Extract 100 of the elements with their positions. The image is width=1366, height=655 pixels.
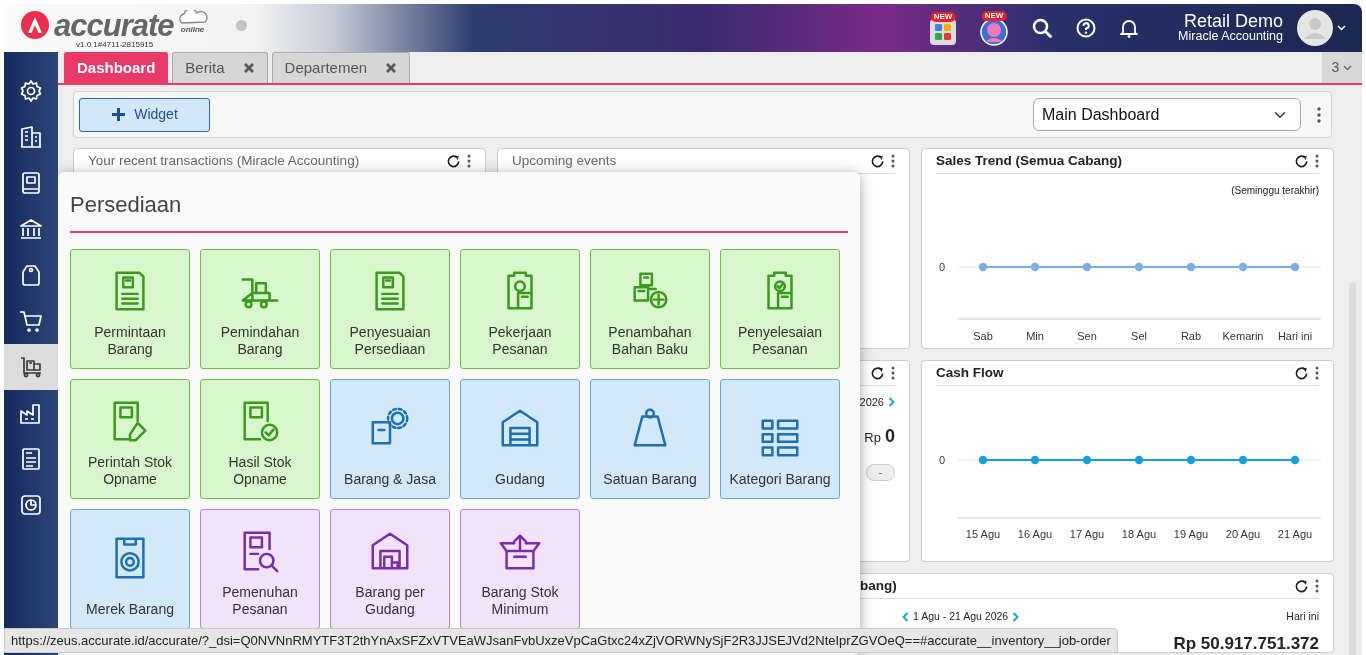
widget-title: Cash Flow xyxy=(936,363,1005,382)
axis-label: 0 xyxy=(939,454,946,466)
inventory-icon xyxy=(19,355,43,379)
status-url: https://zeus.accurate.id/accurate/?_dsi=Q0NVNnRMYTF3T2thYnAxSFZxVTVEaWJsanFvbUxzeVpCaGtxc24xZjVORWNySjF2R3JJSEJVd2NteIprZGVOeQ==#accurate__inventory__job-order xyxy=(4,627,1118,653)
chevron-right-icon[interactable] xyxy=(1012,611,1020,622)
more-icon[interactable] xyxy=(891,366,895,380)
plus-icon xyxy=(111,107,127,122)
cloud-icon xyxy=(177,10,208,24)
refresh-icon[interactable] xyxy=(870,365,885,381)
company-name: Miracle Accounting xyxy=(1178,30,1283,44)
menu-tile[interactable]: Satuan Barang xyxy=(590,379,710,499)
axis-label: Hari ini xyxy=(1277,330,1313,342)
factory-icon xyxy=(19,401,43,425)
menu-tile[interactable]: Merek Barang xyxy=(70,509,190,629)
new-badge: NEW xyxy=(981,10,1007,21)
search-icon[interactable] xyxy=(1032,18,1053,38)
tab[interactable]: Berita xyxy=(172,52,268,83)
close-icon[interactable] xyxy=(385,62,398,74)
widget-title: Upcoming events xyxy=(512,151,618,170)
bell-icon[interactable] xyxy=(1120,18,1139,38)
menu-tile[interactable]: Penyesuaian Persediaan xyxy=(330,249,450,369)
more-icon[interactable] xyxy=(891,154,895,168)
axis-label: Min xyxy=(1026,330,1044,342)
sidebar-item[interactable] xyxy=(4,344,58,390)
chevron-right-icon[interactable] xyxy=(888,397,895,408)
date-range: 2026 xyxy=(859,395,884,410)
report-chart-icon xyxy=(19,493,43,517)
axis-label: 17 Agu xyxy=(1069,528,1105,540)
date-range: 1 Agu - 21 Agu 2026 xyxy=(913,609,1009,624)
menu-tile[interactable]: Permintaan Barang xyxy=(70,249,190,369)
refresh-icon[interactable] xyxy=(1294,578,1309,594)
amount-value: 0 xyxy=(885,424,895,448)
tab[interactable]: Departemen xyxy=(271,52,411,83)
bank-icon xyxy=(19,217,43,241)
new-badge: NEW xyxy=(930,11,956,22)
close-icon[interactable] xyxy=(242,62,255,74)
panel-title: Persediaan xyxy=(70,172,848,233)
menu-tile[interactable]: Barang per Gudang xyxy=(330,509,450,629)
tab-count-button[interactable]: 3 xyxy=(1322,52,1362,83)
refresh-icon[interactable] xyxy=(446,153,461,169)
menu-tile[interactable]: Penyelesaian Pesanan xyxy=(720,249,840,369)
status-dot xyxy=(235,19,247,31)
currency-label: Rp xyxy=(864,428,881,447)
add-widget-button[interactable]: Widget xyxy=(79,97,210,132)
building-icon xyxy=(19,125,43,149)
menu-tile[interactable]: Barang & Jasa xyxy=(330,379,450,499)
caret-icon xyxy=(1337,25,1346,31)
apps-icon xyxy=(930,18,957,45)
axis-label: 0 xyxy=(939,261,946,273)
more-icon[interactable] xyxy=(1317,106,1321,123)
dashboard-select[interactable]: Main Dashboard xyxy=(1033,98,1301,131)
widget-title: Sales Trend (Semua Cabang) xyxy=(936,151,1124,170)
menu-tile[interactable]: Hasil Stok Opname xyxy=(200,379,320,499)
axis-label: 16 Agu xyxy=(1017,528,1053,540)
user-menu[interactable] xyxy=(1297,10,1346,46)
axis-label: 19 Agu xyxy=(1173,528,1209,540)
status-pill: - xyxy=(865,463,895,481)
user-name: Retail Demo xyxy=(1183,12,1283,31)
apps-button[interactable]: NEW xyxy=(930,11,957,45)
gear-icon xyxy=(19,79,43,103)
version-label: v1.0.1#4711-2815915 xyxy=(76,40,155,49)
menu-tile[interactable]: Pemenuhan Pesanan xyxy=(200,509,320,629)
refresh-icon[interactable] xyxy=(870,153,885,169)
logo-icon xyxy=(20,10,50,40)
assistant-button[interactable]: NEW xyxy=(980,10,1009,46)
help-icon[interactable] xyxy=(1076,18,1097,38)
refresh-icon[interactable] xyxy=(1294,153,1309,169)
axis-label: Rab xyxy=(1180,330,1202,342)
axis-label: Sel xyxy=(1131,330,1147,342)
axis-label: 21 Agu xyxy=(1277,528,1313,540)
menu-tile[interactable]: Pekerjaan Pesanan xyxy=(460,249,580,369)
more-icon[interactable] xyxy=(467,154,471,168)
user-avatar-icon xyxy=(1297,10,1333,46)
menu-tile[interactable]: Gudang xyxy=(460,379,580,499)
menu-tile[interactable]: Penambahan Bahan Baku xyxy=(590,249,710,369)
chart-note: (Seminggu terakhir) xyxy=(1230,184,1319,198)
refresh-icon[interactable] xyxy=(1294,365,1309,381)
logo-text: accurate xyxy=(54,9,174,41)
more-icon[interactable] xyxy=(1315,366,1319,380)
menu-tile[interactable]: Kategori Barang xyxy=(720,379,840,499)
chevron-left-icon[interactable] xyxy=(902,611,909,622)
widget-title: bang) xyxy=(860,576,897,595)
tab[interactable]: Dashboard xyxy=(64,52,169,83)
axis-label: 20 Agu xyxy=(1225,528,1261,540)
tax-document-icon xyxy=(19,447,43,471)
menu-tile[interactable]: Perintah Stok Opname xyxy=(70,379,190,499)
period-label: Hari ini xyxy=(1286,609,1319,624)
axis-label: Sab xyxy=(973,330,993,342)
book-icon xyxy=(19,171,43,195)
more-icon[interactable] xyxy=(1315,579,1319,593)
cart-icon xyxy=(19,309,43,333)
price-tag-icon xyxy=(19,263,43,287)
widget-title: Your recent transactions (Miracle Accounting) xyxy=(88,151,361,170)
axis-label: 18 Agu xyxy=(1121,528,1157,540)
axis-label: Sen xyxy=(1077,330,1097,342)
more-icon[interactable] xyxy=(1315,154,1319,168)
axis-label: Kemarin xyxy=(1222,330,1264,342)
menu-tile[interactable]: Barang Stok Minimum xyxy=(460,509,580,629)
amount-value: Rp 50.917.751.372 xyxy=(1173,632,1319,652)
menu-tile[interactable]: Pemindahan Barang xyxy=(200,249,320,369)
